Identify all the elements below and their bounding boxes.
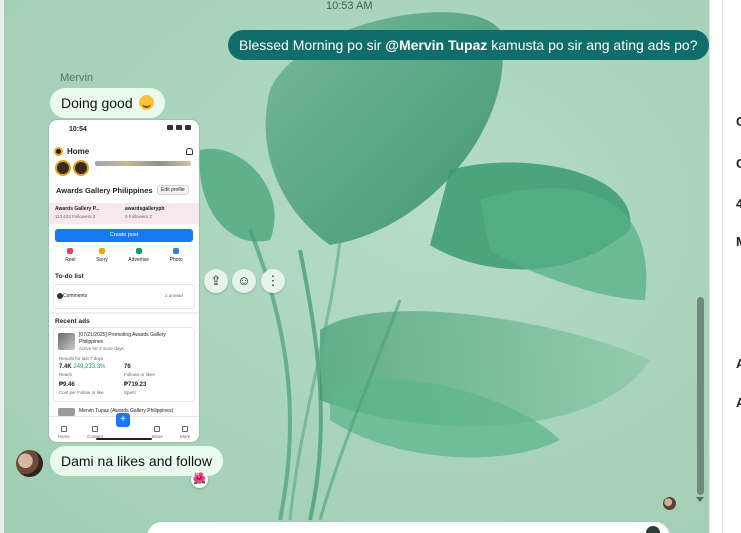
- metric-label: Reach: [59, 372, 73, 377]
- ad-thumbnail: [58, 408, 75, 416]
- outgoing-message[interactable]: Blessed Morning po sir @Mervin Tupaz kam…: [228, 30, 709, 60]
- image-attachment[interactable]: 10:54 Home Awards Gallery Philippines Ed…: [49, 120, 199, 442]
- share-icon[interactable]: ⇪: [204, 269, 228, 293]
- metric-value: ₱719.23: [124, 382, 147, 388]
- phone-home-indicator: [96, 438, 152, 440]
- phone-todo-meta: 1 unread: [165, 293, 183, 298]
- right-panel: [709, 0, 741, 533]
- bell-icon: [186, 147, 193, 155]
- menu-icon: [182, 426, 189, 432]
- phone-ad-status: Active for 2 more days: [79, 346, 124, 351]
- phone-action: Photo: [170, 248, 183, 268]
- metric-value: 76: [124, 364, 131, 370]
- scrollbar-thumb[interactable]: [697, 297, 704, 495]
- phone-ig-account: awardsgalleryph: [125, 206, 165, 212]
- phone-status-time: 10:54: [69, 126, 87, 133]
- inbox-icon: [154, 426, 161, 432]
- phone-create-post: Create post: [55, 229, 193, 242]
- read-receipt-avatar: [663, 497, 676, 510]
- message-timestamp: 10:53 AM: [326, 0, 373, 12]
- phone-status-icons: [161, 125, 191, 131]
- right-panel-text: A: [736, 395, 741, 410]
- message-input[interactable]: [147, 522, 670, 533]
- phone-fb-account: Awards Gallery P...: [55, 206, 100, 212]
- phone-todo-title: To-do list: [55, 273, 84, 280]
- reel-icon: [67, 248, 74, 254]
- page-logo-icon: [54, 146, 63, 156]
- right-panel-text: M: [736, 234, 741, 249]
- react-icon[interactable]: ☺: [232, 269, 256, 293]
- phone-page-name: Awards Gallery Philippines: [56, 186, 153, 195]
- phone-home-title: Home: [67, 146, 90, 156]
- phone-actions-row: Reel Story Advertise Photo: [55, 248, 193, 268]
- metric-delta: 249,233.3%: [73, 364, 106, 370]
- cover-banner: [95, 161, 191, 166]
- metric-label: Cost per Follow or like: [59, 390, 104, 395]
- more-options-icon[interactable]: ⋮: [261, 269, 285, 293]
- phone-fab: +: [116, 413, 130, 427]
- metric-label: Follows or likes: [124, 372, 155, 377]
- content-icon: [91, 426, 98, 432]
- right-panel-text: 4: [736, 196, 741, 211]
- sender-name: Mervin: [60, 72, 94, 84]
- story-icon: [98, 248, 105, 254]
- metric-value: 7.4K 249,233.3%: [59, 364, 106, 370]
- phone-edit-profile: Edit profile: [157, 185, 189, 195]
- right-panel-text: C: [736, 114, 741, 129]
- panel-divider: [722, 0, 723, 533]
- right-panel-text: A: [736, 356, 741, 371]
- right-panel-text: C: [736, 156, 741, 171]
- phone-todo-item: Comments: [63, 293, 88, 299]
- message-text: Dami na likes and follow: [61, 453, 212, 469]
- metric-value: ₱9.46: [59, 382, 75, 388]
- photo-icon: [173, 248, 180, 254]
- phone-action: Story: [96, 248, 108, 268]
- metric-label: Spent: [124, 390, 136, 395]
- message-text: kamusta po sir ang ating ads po?: [487, 37, 698, 53]
- avatar[interactable]: [16, 450, 43, 477]
- phone-recent-ads: Recent ads: [55, 318, 90, 325]
- hibiscus-reaction-icon[interactable]: 🌺: [191, 471, 208, 488]
- phone-header: Home: [54, 145, 193, 157]
- emoji-icon[interactable]: [646, 526, 660, 533]
- pane-edge: [0, 0, 4, 533]
- mention-link[interactable]: @Mervin Tupaz: [385, 37, 487, 53]
- phone-divider: [49, 312, 199, 314]
- phone-ad-title: [07/21/2025] Promoting Awards Gallery Ph…: [79, 332, 166, 345]
- message-text: Doing good: [61, 95, 133, 111]
- ad-thumbnail: [58, 333, 75, 350]
- phone-tab: Inbox: [152, 426, 163, 439]
- phone-action: Reel: [65, 248, 76, 268]
- advertise-icon: [135, 248, 142, 254]
- phone-ig-followers: 0 Followers 2: [125, 214, 152, 219]
- scroll-down-icon[interactable]: [696, 497, 704, 502]
- phone-results-label: Results for last 7 days: [59, 356, 104, 361]
- phone-tab: Home: [58, 426, 70, 439]
- phone-action: Advertise: [128, 248, 149, 268]
- home-icon: [60, 426, 67, 432]
- incoming-message[interactable]: Doing good: [50, 88, 165, 118]
- phone-fb-followers: 113,634 Followers 3: [55, 214, 96, 219]
- smiling-face-emoji-icon: [138, 95, 154, 110]
- phone-tab: More: [180, 426, 190, 439]
- message-text: Blessed Morning po sir: [239, 37, 386, 53]
